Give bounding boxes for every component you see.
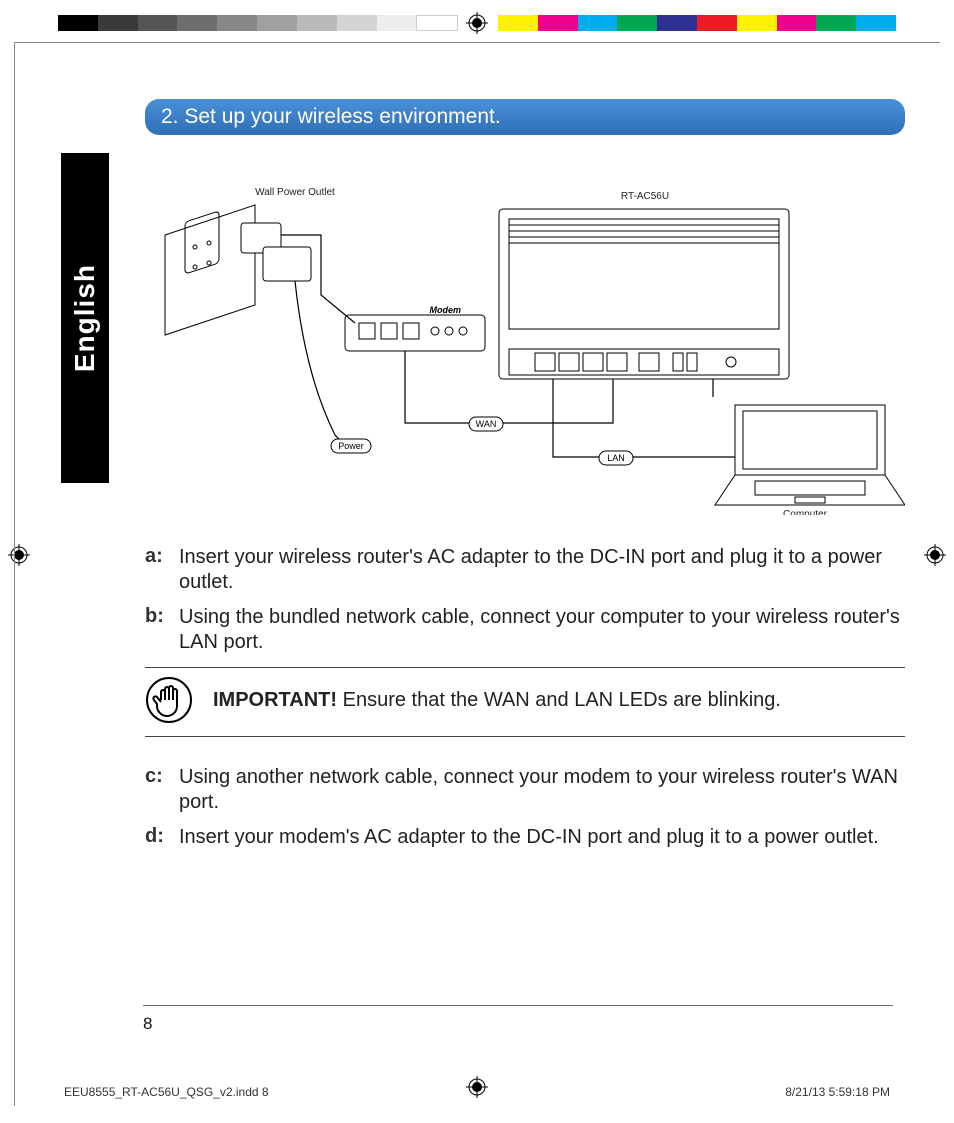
router-label: RT-AC56U (621, 191, 669, 202)
footer-file: EEU8555_RT-AC56U_QSG_v2.indd 8 (64, 1085, 269, 1099)
lan-cable-label: LAN (607, 453, 625, 463)
important-body: Ensure that the WAN and LAN LEDs are bli… (337, 689, 781, 711)
footer-rule (143, 1005, 893, 1006)
setup-diagram: Wall Power Outlet (145, 175, 905, 515)
instruction-steps: a: Insert your wireless router's AC adap… (145, 545, 905, 850)
step-letter: c: (145, 765, 179, 815)
step-letter: a: (145, 545, 179, 595)
hand-stop-icon (145, 676, 193, 724)
language-tab: English (61, 153, 109, 483)
step-letter: d: (145, 825, 179, 850)
registration-mark-icon (466, 12, 488, 34)
footer-datetime: 8/21/13 5:59:18 PM (785, 1085, 890, 1099)
main-content: 2. Set up your wireless environment. Wal… (145, 99, 905, 850)
page-number: 8 (143, 1014, 152, 1034)
computer-label: Computer (783, 509, 828, 515)
step-header: 2. Set up your wireless environment. (145, 99, 905, 135)
step-text: Insert your wireless router's AC adapter… (179, 545, 905, 595)
step-text: Insert your modem's AC adapter to the DC… (179, 825, 879, 850)
step-header-text: 2. Set up your wireless environment. (161, 105, 501, 129)
step-c: c: Using another network cable, connect … (145, 765, 905, 815)
step-a: a: Insert your wireless router's AC adap… (145, 545, 905, 595)
wall-outlet-label: Wall Power Outlet (255, 187, 335, 198)
page-frame: English 2. Set up your wireless environm… (14, 42, 940, 1106)
wiring-diagram-svg: Wall Power Outlet (145, 175, 905, 515)
print-footer: EEU8555_RT-AC56U_QSG_v2.indd 8 8/21/13 5… (64, 1085, 890, 1099)
step-text: Using the bundled network cable, connect… (179, 605, 905, 655)
wan-cable-label: WAN (476, 419, 497, 429)
step-d: d: Insert your modem's AC adapter to the… (145, 825, 905, 850)
step-b: b: Using the bundled network cable, conn… (145, 605, 905, 655)
step-letter: b: (145, 605, 179, 655)
important-text: IMPORTANT! Ensure that the WAN and LAN L… (213, 689, 781, 712)
important-callout: IMPORTANT! Ensure that the WAN and LAN L… (145, 667, 905, 737)
step-text: Using another network cable, connect you… (179, 765, 905, 815)
modem-label: Modem (430, 305, 462, 315)
language-label: English (69, 264, 101, 372)
important-label: IMPORTANT! (213, 689, 337, 711)
power-cable-label: Power (338, 441, 364, 451)
